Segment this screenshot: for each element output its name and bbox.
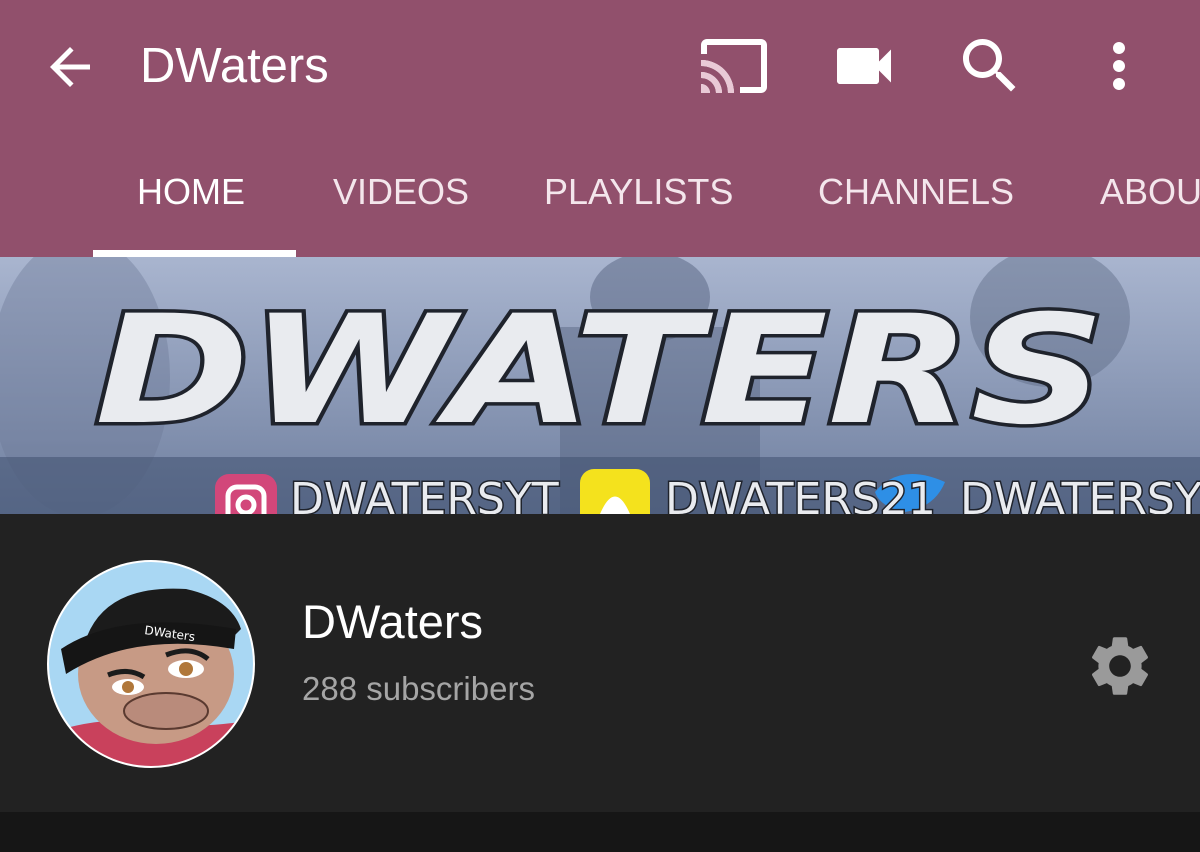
cast-icon[interactable] (698, 30, 770, 102)
banner-art: DWATERS DWATERSYT DWATERS21 DWATERSYT (0, 257, 1200, 514)
search-icon[interactable] (954, 30, 1026, 102)
video-camera-icon[interactable] (828, 30, 900, 102)
tab-channels[interactable]: CHANNELS (818, 171, 1014, 213)
tab-about[interactable]: ABOUT (1100, 171, 1200, 213)
channel-banner: DWATERS DWATERSYT DWATERS21 DWATERSYT (0, 257, 1200, 514)
subscriber-count: 288 subscribers (302, 670, 535, 707)
instagram-icon (215, 474, 277, 514)
arrow-back-icon[interactable] (40, 37, 100, 97)
section-divider (0, 812, 1200, 852)
banner-logo-text: DWATERS (95, 284, 1105, 458)
svg-text:DWATERS21: DWATERS21 (665, 474, 936, 514)
svg-text:DWATERSYT: DWATERSYT (960, 474, 1200, 514)
svg-text:DWATERSYT: DWATERSYT (290, 474, 559, 514)
tab-videos[interactable]: VIDEOS (333, 171, 469, 213)
gear-icon[interactable] (1084, 630, 1156, 702)
channel-name: DWaters (302, 595, 484, 648)
more-vert-icon[interactable] (1083, 30, 1155, 102)
tab-playlists[interactable]: PLAYLISTS (544, 171, 733, 213)
app-bar: DWaters (0, 0, 1200, 135)
tab-home[interactable]: HOME (137, 171, 245, 213)
tab-bar: HOME VIDEOS PLAYLISTS CHANNELS ABOUT (0, 135, 1200, 257)
page-title: DWaters (140, 39, 329, 93)
tab-selected-indicator (93, 250, 296, 257)
avatar[interactable]: DWaters (46, 559, 256, 769)
